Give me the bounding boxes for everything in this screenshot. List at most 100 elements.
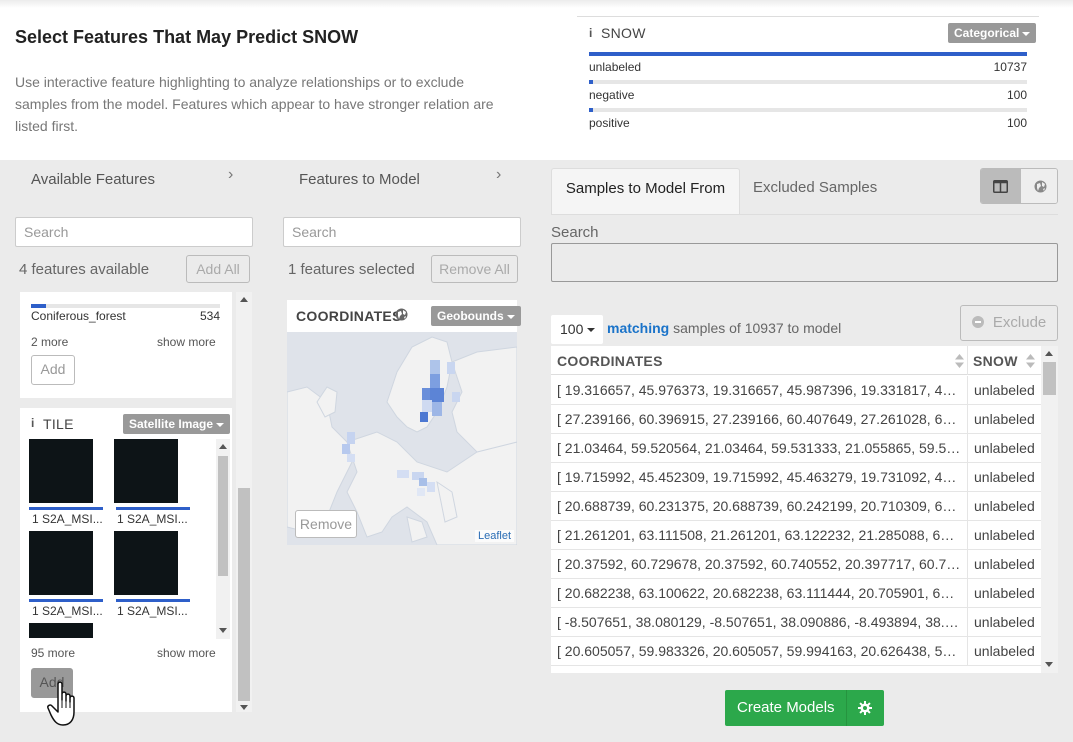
satellite-thumbnail[interactable] [114, 439, 178, 503]
table-row[interactable]: [ 27.239166, 60.396915, 27.239166, 60.40… [551, 405, 1041, 434]
chevron-right-icon[interactable]: › [496, 166, 501, 184]
cell-snow: unlabeled [967, 579, 1037, 608]
table-row[interactable]: [ 19.715992, 45.452309, 19.715992, 45.46… [551, 463, 1041, 492]
caret-down-icon [506, 314, 515, 319]
samples-search-input[interactable] [551, 243, 1058, 282]
feature-title: COORDINATES [296, 308, 402, 324]
scroll-down-icon[interactable] [240, 705, 248, 710]
feature-card-coordinates[interactable]: COORDINATES Geobounds Remove Leaflet [287, 300, 521, 545]
satellite-thumbnail[interactable] [114, 531, 178, 595]
cell-snow: unlabeled [967, 434, 1037, 463]
search-placeholder: Search [292, 224, 337, 240]
sort-icon[interactable] [955, 354, 964, 368]
create-models-button[interactable]: Create Models [725, 690, 884, 726]
distribution-bar-fill [589, 108, 593, 112]
available-features-list[interactable]: Coniferous_forest 534 2 more show more A… [15, 292, 253, 712]
features-to-model-title: Features to Model [299, 171, 420, 188]
distribution-bar-track [589, 108, 1027, 112]
tab-samples-to-model[interactable]: Samples to Model From [551, 168, 740, 215]
coordinates-map[interactable]: Remove Leaflet [287, 332, 517, 545]
column-divider [967, 346, 968, 375]
inner-scrollbar-thumb[interactable] [218, 456, 228, 576]
distribution-count: 100 [1006, 116, 1027, 130]
map-attribution[interactable]: Leaflet [475, 530, 515, 542]
scroll-up-icon[interactable] [240, 297, 248, 302]
distribution-bar-fill [589, 52, 1027, 56]
distribution-count: 100 [1006, 88, 1027, 102]
column-header-coordinates[interactable]: COORDINATES [557, 353, 663, 369]
table-row[interactable]: [ 19.316657, 45.976373, 19.316657, 45.98… [551, 376, 1041, 405]
remove-all-button[interactable]: Remove All [431, 255, 518, 283]
globe-icon [395, 308, 408, 321]
satellite-thumbnail[interactable] [29, 531, 93, 595]
gear-icon[interactable] [858, 701, 872, 715]
map-view-button[interactable] [1020, 169, 1057, 203]
caret-down-icon [216, 422, 225, 427]
caret-down-icon [1022, 31, 1031, 36]
satellite-thumbnail[interactable] [29, 439, 93, 503]
category-bar-fill [31, 304, 46, 308]
cell-snow: unlabeled [967, 376, 1037, 405]
column-header-snow[interactable]: SNOW [973, 353, 1018, 369]
model-search-input[interactable]: Search [283, 217, 521, 247]
table-row[interactable]: [ 20.37592, 60.729678, 20.37592, 60.7405… [551, 550, 1041, 579]
info-icon[interactable]: i [31, 416, 34, 430]
table-scrollbar-thumb[interactable] [1043, 362, 1056, 395]
tile-type-dropdown[interactable]: Satellite Image [123, 414, 231, 434]
distribution-row[interactable]: positive 100 [589, 108, 1027, 136]
distribution-row[interactable]: unlabeled 10737 [589, 52, 1027, 80]
tab-excluded-samples[interactable]: Excluded Samples [753, 168, 877, 208]
feature-card-land-cover[interactable]: Coniferous_forest 534 2 more show more A… [20, 292, 232, 398]
page-size-value: 100 [560, 321, 584, 337]
feature-title: TILE [43, 416, 74, 432]
cell-coordinates: [ 19.715992, 45.452309, 19.715992, 45.46… [557, 469, 961, 485]
table-row[interactable]: [ 20.688739, 60.231375, 20.688739, 60.24… [551, 492, 1041, 521]
cell-coordinates: [ -8.507651, 38.080129, -8.507651, 38.09… [557, 614, 961, 630]
table-scrollbar[interactable] [1041, 346, 1058, 673]
thumbnail-label: 1 S2A_MSI... [117, 604, 188, 618]
sort-icon[interactable] [1026, 354, 1035, 368]
exclude-button[interactable]: Exclude [960, 305, 1058, 341]
distribution-count: 10737 [993, 60, 1027, 74]
table-row[interactable]: [ 20.682238, 63.100622, 20.682238, 63.11… [551, 579, 1041, 608]
samples-table[interactable]: COORDINATES SNOW [ 19.316657, 45.976373,… [551, 346, 1041, 673]
distribution-bar-fill [589, 80, 593, 84]
scroll-down-icon[interactable] [1045, 662, 1053, 667]
coordinates-type-dropdown[interactable]: Geobounds [431, 306, 521, 326]
info-icon[interactable]: i [589, 26, 592, 40]
available-scrollbar-thumb[interactable] [238, 488, 250, 701]
page-size-dropdown[interactable]: 100 [551, 315, 603, 344]
table-row[interactable]: [ 21.261201, 63.111508, 21.261201, 63.12… [551, 521, 1041, 550]
available-search-input[interactable]: Search [15, 217, 253, 247]
table-view-button[interactable] [981, 169, 1020, 203]
top-shadow [0, 0, 1073, 8]
cell-snow: unlabeled [967, 608, 1037, 637]
table-row[interactable]: [ -8.507651, 38.080129, -8.507651, 38.09… [551, 608, 1041, 637]
scroll-up-icon[interactable] [1045, 351, 1053, 356]
minus-circle-icon [971, 316, 984, 328]
distribution-row[interactable]: negative 100 [589, 80, 1027, 108]
search-placeholder: Search [24, 224, 69, 240]
matching-word[interactable]: matching [607, 320, 669, 336]
target-type-dropdown[interactable]: Categorical [948, 23, 1037, 43]
scroll-down-icon[interactable] [219, 628, 227, 633]
table-row[interactable]: [ 21.03464, 59.520564, 21.03464, 59.5313… [551, 434, 1041, 463]
feature-card-tile[interactable]: i TILE Satellite Image 1 S2A_MSI... 1 S2… [20, 408, 232, 712]
create-models-label: Create Models [737, 699, 835, 716]
cell-snow: unlabeled [967, 463, 1037, 492]
add-feature-button[interactable]: Add [31, 355, 75, 385]
exclude-label: Exclude [992, 314, 1047, 331]
more-count: 95 more [31, 646, 76, 660]
show-more-link[interactable]: show more [157, 646, 216, 660]
satellite-thumbnail[interactable] [29, 623, 93, 638]
cell-snow: unlabeled [967, 492, 1037, 521]
table-row[interactable]: [ 20.605057, 59.983326, 20.605057, 59.99… [551, 637, 1041, 666]
columns-icon [993, 180, 1008, 193]
chevron-right-icon[interactable]: › [228, 166, 233, 184]
view-toggle[interactable] [980, 168, 1058, 204]
show-more-link[interactable]: show more [157, 335, 216, 349]
scroll-up-icon[interactable] [219, 444, 227, 449]
add-all-button[interactable]: Add All [186, 255, 250, 283]
cell-coordinates: [ 27.239166, 60.396915, 27.239166, 60.40… [557, 411, 961, 427]
remove-feature-button[interactable]: Remove [295, 510, 357, 538]
